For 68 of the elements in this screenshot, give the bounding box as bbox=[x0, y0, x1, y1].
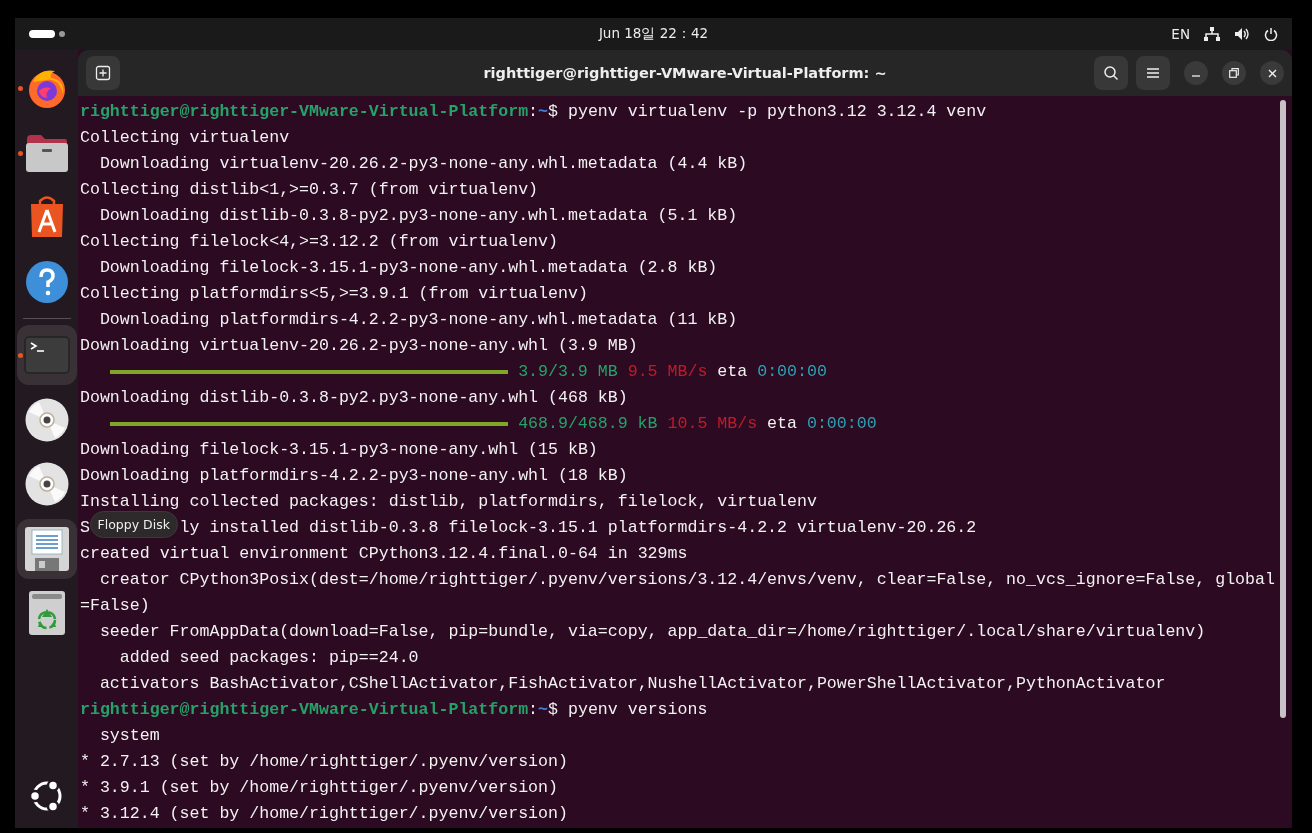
close-icon bbox=[1267, 68, 1277, 78]
prompt-user-host: righttiger@righttiger-VMware-Virtual-Platform bbox=[80, 699, 529, 721]
eta-time: 0:00:00 bbox=[806, 413, 877, 435]
terminal-line: Collecting platformdirs<5,>=3.9.1 (from virtualenv) bbox=[80, 283, 588, 305]
terminal-line: Downloading platformdirs-4.2.2-py3-none-any.whl.metadata (11 kB) bbox=[98, 309, 738, 331]
terminal-line: Collecting virtualenv bbox=[80, 127, 290, 149]
terminal-line: added seed packages: pip==24.0 bbox=[118, 647, 419, 669]
power-icon[interactable] bbox=[1264, 27, 1278, 41]
terminal-line: S bbox=[80, 517, 90, 539]
terminal-line: * 2.7.13 (set by /home/righttiger/.pyenv/version) bbox=[80, 751, 568, 773]
scrollbar[interactable] bbox=[1280, 100, 1286, 718]
menu-icon bbox=[1146, 67, 1160, 79]
clock[interactable]: Jun 18일 22：42 bbox=[598, 25, 709, 41]
minimize-button[interactable] bbox=[1184, 61, 1208, 85]
folder-icon[interactable] bbox=[24, 132, 69, 173]
terminal-line: created virtual environment CPython3.12.4.final.0-64 in 329ms bbox=[80, 543, 688, 565]
terminal-line: seeder FromAppData(download=False, pip=bundle, via=copy, app_data_dir=/home/righttiger/.local/share/virtualenv) bbox=[98, 621, 1206, 643]
disc-icon[interactable] bbox=[24, 397, 69, 442]
eta-label: eta bbox=[767, 413, 797, 435]
disc-icon[interactable] bbox=[24, 462, 69, 506]
search-icon bbox=[1103, 65, 1119, 81]
eta-label: eta bbox=[717, 361, 748, 383]
terminal-line: Downloading filelock-3.15.1-py3-none-any.whl.metadata (2.8 kB) bbox=[98, 257, 718, 279]
prompt-separator: : bbox=[528, 101, 539, 123]
prompt-path: ~ bbox=[538, 699, 549, 721]
download-amount: 3.9/3.9 MB bbox=[518, 361, 618, 383]
prompt-path: ~ bbox=[538, 101, 549, 123]
help-icon[interactable] bbox=[24, 259, 69, 304]
terminal-line: * 3.12.4 (set by /home/righttiger/.pyenv/version) bbox=[80, 803, 568, 825]
terminal-line: Downloading distlib-0.3.8-py2.py3-none-any.whl (468 kB) bbox=[80, 387, 628, 409]
terminal-line: Collecting distlib<1,>=0.3.7 (from virtualenv) bbox=[80, 179, 539, 201]
command-text: $ pyenv versions bbox=[548, 699, 708, 721]
new-tab-icon bbox=[95, 65, 111, 81]
terminal-line: Installing collected packages: distlib, platformdirs, filelock, virtualenv bbox=[80, 491, 817, 513]
terminal-line: ly installed distlib-0.3.8 filelock-3.15.1 platformdirs-4.2.2 virtualenv-20.26.2 bbox=[179, 517, 977, 539]
terminal-line: Downloading virtualenv-20.26.2-py3-none-any.whl (3.9 MB) bbox=[80, 335, 638, 357]
prompt-separator: : bbox=[528, 699, 539, 721]
terminal-line: activators BashActivator,CShellActivator,FishActivator,NushellActivator,PowerShellActivator,PythonActivator bbox=[98, 673, 1166, 695]
restore-icon bbox=[1229, 68, 1239, 78]
download-amount: 468.9/468.9 kB bbox=[518, 413, 658, 435]
terminal-line: * 3.9.1 (set by /home/righttiger/.pyenv/version) bbox=[80, 777, 558, 799]
recycle-bin-icon[interactable] bbox=[28, 591, 65, 635]
terminal-line: Collecting filelock<4,>=3.12.2 (from virtualenv) bbox=[80, 231, 558, 253]
command-text: $ pyenv virtualenv -p python3.12 3.12.4 venv bbox=[548, 101, 987, 123]
download-speed: 9.5 MB/s bbox=[627, 361, 708, 383]
dock-item[interactable] bbox=[16, 518, 77, 579]
restore-button[interactable] bbox=[1222, 61, 1246, 85]
terminal-line: Downloading virtualenv-20.26.2-py3-none-any.whl.metadata (4.4 kB) bbox=[98, 153, 748, 175]
download-speed: 10.5 MB/s bbox=[667, 413, 758, 435]
new-tab-button[interactable] bbox=[86, 56, 120, 90]
volume-icon[interactable] bbox=[1234, 27, 1250, 41]
shopping-bag-icon[interactable] bbox=[28, 195, 65, 239]
network-icon[interactable] bbox=[1204, 27, 1220, 41]
terminal-line: Downloading distlib-0.3.8-py2.py3-none-any.whl.metadata (5.1 kB) bbox=[98, 205, 738, 227]
window-title: righttiger@righttiger-VMware-Virtual-Platform: ~ bbox=[482, 65, 888, 81]
terminal-icon[interactable] bbox=[23, 336, 70, 374]
terminal-line: =False) bbox=[80, 595, 150, 617]
terminal-line: Downloading platformdirs-4.2.2-py3-none-any.whl (18 kB) bbox=[80, 465, 628, 487]
terminal-line: creator CPython3Posix(dest=/home/righttiger/.pyenv/versions/3.12.4/envs/venv, clear=False, no_vcs_ignore=False, global bbox=[98, 569, 1275, 591]
close-button[interactable] bbox=[1260, 61, 1284, 85]
menu-button[interactable] bbox=[1136, 56, 1170, 90]
terminal-line: Downloading filelock-3.15.1-py3-none-any.whl (15 kB) bbox=[80, 439, 598, 461]
search-button[interactable] bbox=[1094, 56, 1128, 90]
input-language[interactable]: EN bbox=[1171, 26, 1190, 42]
eta-time: 0:00:00 bbox=[757, 361, 827, 383]
prompt-user-host: righttiger@righttiger-VMware-Virtual-Platform bbox=[80, 101, 529, 123]
workspace-indicator[interactable] bbox=[29, 29, 65, 39]
terminal-line: system bbox=[98, 725, 160, 747]
